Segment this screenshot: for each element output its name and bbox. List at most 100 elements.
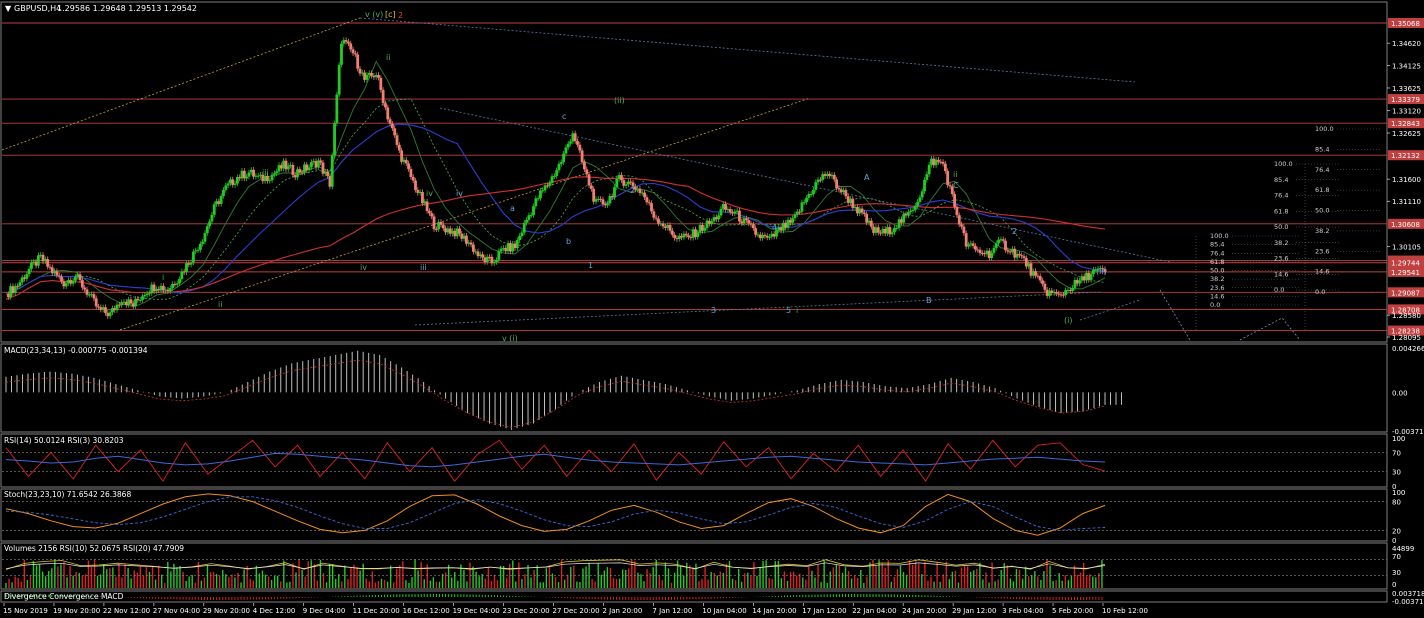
wave-label: i: [162, 273, 164, 282]
candle-body: [906, 211, 910, 216]
candle-body: [388, 119, 392, 124]
wave-label: 2: [398, 11, 403, 20]
fib-b-label: 76.4: [1274, 192, 1288, 200]
candle-body: [613, 187, 616, 198]
wave-label: i: [796, 306, 798, 315]
candle-body: [71, 280, 75, 284]
candle-body: [578, 144, 582, 151]
candle-body: [638, 188, 642, 194]
volume-tick-label: 30: [1392, 569, 1401, 577]
fib-b-label: 23.6: [1274, 255, 1288, 263]
candle-body: [890, 232, 894, 235]
price-tick-label: 1.34620: [1392, 40, 1421, 48]
wave-label: 1: [588, 261, 593, 270]
candle-body: [275, 171, 279, 174]
time-tick-label: 14 Jan 20:00: [752, 607, 796, 615]
candle-body: [129, 299, 133, 304]
candle-body: [851, 198, 855, 209]
price-tick-label: 1.33120: [1392, 108, 1421, 116]
candle-body: [434, 229, 438, 231]
candle-body: [1001, 239, 1005, 241]
candle-body: [370, 72, 373, 76]
chart-window[interactable]: 100.085.476.461.850.038.223.614.60.0100.…: [0, 0, 1424, 618]
candle-body: [624, 184, 628, 186]
wave-label: (i): [1064, 316, 1072, 325]
candle-body: [161, 285, 165, 291]
wave-label: ii: [953, 170, 957, 179]
candle-body: [994, 243, 998, 248]
rsi-title: RSI(14) 50.0124 RSI(3) 30.8203: [4, 436, 124, 445]
fib-c-label: 23.6: [1315, 247, 1329, 255]
price-tick-label: 1.34125: [1392, 62, 1421, 70]
wave-label: A: [864, 173, 870, 182]
candle-body: [203, 233, 207, 242]
fib-b-label: 61.8: [1274, 207, 1288, 215]
candle-body: [869, 220, 873, 227]
candle-body: [541, 190, 545, 192]
price-level-label: 1.29087: [1391, 289, 1420, 297]
candle-body: [754, 228, 758, 235]
candle-body: [55, 271, 59, 276]
candle-body: [587, 174, 591, 186]
candle-body: [918, 197, 922, 202]
time-tick-label: 19 Nov 20:00: [53, 607, 100, 615]
wave-label: iii: [262, 168, 269, 177]
candle-body: [252, 169, 255, 177]
fib-a-label: 14.6: [1210, 292, 1224, 300]
candle-body: [687, 235, 690, 238]
time-tick-label: 24 Jan 20:00: [902, 607, 946, 615]
time-tick-label: 22 Nov 12:00: [103, 607, 150, 615]
divergence-tick-label: 0.0037183: [1392, 590, 1424, 598]
candle-body: [606, 203, 609, 206]
candle-body: [46, 259, 50, 267]
time-tick-label: 16 Dec 12:00: [403, 607, 450, 615]
candle-body: [835, 179, 839, 189]
candle-body: [108, 312, 112, 317]
wave-label: iv: [456, 189, 463, 198]
wave-label: v (i): [502, 334, 518, 343]
candle-body: [583, 162, 586, 170]
candle-body: [353, 53, 357, 55]
candle-body: [569, 141, 572, 144]
candle-body: [377, 75, 380, 78]
fib-a-label: 23.6: [1210, 284, 1224, 292]
candle-body: [673, 234, 677, 239]
candle-body: [1071, 287, 1075, 291]
chart-title-arrow[interactable]: ▼: [5, 4, 12, 13]
candle-body: [650, 203, 653, 212]
candle-body: [719, 208, 723, 216]
candle-body: [837, 188, 841, 190]
fib-b-label: 85.4: [1274, 176, 1288, 184]
candle-body: [411, 176, 415, 181]
candle-body: [652, 211, 656, 218]
candle-body: [175, 283, 179, 285]
macd-tick-label: 0.00: [1392, 389, 1408, 397]
candle-body: [749, 223, 753, 225]
candle-body: [13, 286, 17, 293]
candle-body: [703, 227, 707, 231]
time-tick-label: 5 Feb 20:00: [1052, 607, 1093, 615]
candle-body: [957, 215, 961, 225]
candle-body: [168, 288, 172, 292]
candle-body: [643, 192, 646, 198]
time-tick-label: 29 Nov 20:00: [203, 607, 250, 615]
candle-body: [384, 103, 387, 108]
candle-body: [992, 247, 996, 253]
macd-title: MACD(23,34,13) -0.000775 -0.001394: [4, 346, 148, 355]
price-level-label: 1.29541: [1391, 269, 1420, 277]
fib-a-label: 0.0: [1210, 301, 1220, 309]
fib-c-label: 61.8: [1315, 186, 1329, 194]
stoch-title: Stoch(23,23,10) 71.6542 26.3868: [4, 490, 131, 499]
candle-body: [990, 252, 994, 259]
candle-body: [141, 296, 144, 300]
candle-body: [74, 276, 77, 281]
candle-body: [222, 189, 225, 196]
candle-body: [684, 233, 688, 236]
price-level-label: 1.29744: [1391, 260, 1420, 268]
candle-body: [180, 271, 184, 280]
price-axis: 1.35068 1.33379 1.32843 1.32132 1.30608 1.297…: [1387, 18, 1424, 342]
wave-label: [c]: [385, 10, 396, 19]
time-tick-label: 17 Jan 12:00: [802, 607, 846, 615]
candle-body: [407, 163, 410, 169]
candle-body: [941, 161, 945, 164]
